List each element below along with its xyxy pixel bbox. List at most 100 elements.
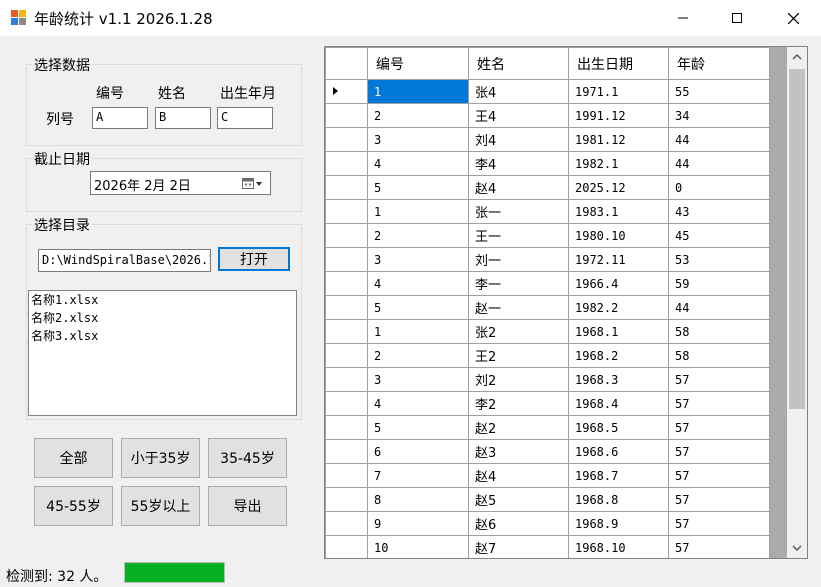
cell-name[interactable]: 赵6 <box>468 511 569 536</box>
cell-birth-date[interactable]: 1968.8 <box>568 487 669 512</box>
cell-id[interactable]: 4 <box>367 151 469 176</box>
id-column-input[interactable]: A <box>92 107 148 129</box>
grid-row[interactable]: 5 赵2 1968.5 57 <box>325 415 770 440</box>
cell-id[interactable]: 7 <box>367 463 469 488</box>
grid-row[interactable]: 3 刘2 1968.3 57 <box>325 367 770 392</box>
cell-name[interactable]: 王4 <box>468 103 569 128</box>
cell-id[interactable]: 2 <box>367 103 469 128</box>
cell-birth-date[interactable]: 1968.3 <box>568 367 669 392</box>
cell-name[interactable]: 赵一 <box>468 295 569 320</box>
cutoff-date-picker[interactable]: 2026年 2月 2日 <box>90 171 271 195</box>
cell-name[interactable]: 赵4 <box>468 463 569 488</box>
grid-row[interactable]: 5 赵一 1982.2 44 <box>325 295 770 320</box>
cell-age[interactable]: 58 <box>668 343 770 368</box>
cell-birth-date[interactable]: 1968.10 <box>568 535 669 558</box>
cell-name[interactable]: 张2 <box>468 319 569 344</box>
grid-row[interactable]: 10 赵7 1968.10 57 <box>325 535 770 558</box>
cell-age[interactable]: 43 <box>668 199 770 224</box>
grid-column-header[interactable]: 年龄 <box>668 47 770 80</box>
grid-row[interactable]: 5 赵4 2025.12 0 <box>325 175 770 200</box>
grid-row[interactable]: 1 张4 1971.1 55 <box>325 79 770 104</box>
row-header[interactable] <box>325 367 368 392</box>
cell-id[interactable]: 4 <box>367 391 469 416</box>
cell-id[interactable]: 2 <box>367 223 469 248</box>
cell-age[interactable]: 45 <box>668 223 770 248</box>
row-header[interactable] <box>325 343 368 368</box>
grid-row[interactable]: 6 赵3 1968.6 57 <box>325 439 770 464</box>
data-grid[interactable]: 编号 姓名 出生日期 年龄 1 张4 1971.1 55 2 王4 1991.12 34 3 刘4… <box>324 46 808 559</box>
row-header[interactable] <box>325 223 368 248</box>
cell-id[interactable]: 3 <box>367 247 469 272</box>
maximize-button[interactable] <box>714 0 760 36</box>
cell-age[interactable]: 59 <box>668 271 770 296</box>
cell-age[interactable]: 57 <box>668 439 770 464</box>
cell-name[interactable]: 刘一 <box>468 247 569 272</box>
row-header[interactable] <box>325 175 368 200</box>
cell-birth-date[interactable]: 1983.1 <box>568 199 669 224</box>
cell-id[interactable]: 1 <box>367 79 469 104</box>
minimize-button[interactable] <box>660 0 706 36</box>
grid-row[interactable]: 2 王2 1968.2 58 <box>325 343 770 368</box>
age-35-45-button[interactable]: 35-45岁 <box>208 438 287 478</box>
cell-age[interactable]: 34 <box>668 103 770 128</box>
grid-column-header[interactable]: 姓名 <box>468 47 569 80</box>
cell-name[interactable]: 赵3 <box>468 439 569 464</box>
cell-age[interactable]: 53 <box>668 247 770 272</box>
row-header[interactable] <box>325 439 368 464</box>
open-button[interactable]: 打开 <box>218 247 290 271</box>
cell-birth-date[interactable]: 1982.1 <box>568 151 669 176</box>
cell-name[interactable]: 赵5 <box>468 487 569 512</box>
row-header[interactable] <box>325 319 368 344</box>
cell-age[interactable]: 57 <box>668 487 770 512</box>
cell-name[interactable]: 刘4 <box>468 127 569 152</box>
cell-name[interactable]: 赵7 <box>468 535 569 558</box>
cell-name[interactable]: 李一 <box>468 271 569 296</box>
cell-name[interactable]: 赵2 <box>468 415 569 440</box>
cell-birth-date[interactable]: 1982.2 <box>568 295 669 320</box>
all-button[interactable]: 全部 <box>34 438 113 478</box>
cell-name[interactable]: 王一 <box>468 223 569 248</box>
file-list[interactable]: 名称1.xlsx 名称2.xlsx 名称3.xlsx <box>28 290 297 416</box>
cell-age[interactable]: 57 <box>668 511 770 536</box>
grid-row[interactable]: 4 李2 1968.4 57 <box>325 391 770 416</box>
cell-age[interactable]: 57 <box>668 415 770 440</box>
row-header[interactable] <box>325 463 368 488</box>
grid-row[interactable]: 8 赵5 1968.8 57 <box>325 487 770 512</box>
cell-id[interactable]: 1 <box>367 319 469 344</box>
cell-age[interactable]: 44 <box>668 127 770 152</box>
cell-name[interactable]: 张4 <box>468 79 569 104</box>
row-header[interactable] <box>325 247 368 272</box>
cell-name[interactable]: 李4 <box>468 151 569 176</box>
cell-id[interactable]: 10 <box>367 535 469 558</box>
name-column-input[interactable]: B <box>155 107 211 129</box>
age-45-55-button[interactable]: 45-55岁 <box>34 486 113 526</box>
cell-birth-date[interactable]: 1972.11 <box>568 247 669 272</box>
export-button[interactable]: 导出 <box>208 486 287 526</box>
row-header[interactable] <box>325 271 368 296</box>
row-header[interactable] <box>325 151 368 176</box>
cell-name[interactable]: 赵4 <box>468 175 569 200</box>
cell-birth-date[interactable]: 1968.6 <box>568 439 669 464</box>
cell-birth-date[interactable]: 1981.12 <box>568 127 669 152</box>
cell-age[interactable]: 44 <box>668 151 770 176</box>
grid-row[interactable]: 3 刘一 1972.11 53 <box>325 247 770 272</box>
cell-birth-date[interactable]: 1968.7 <box>568 463 669 488</box>
row-header[interactable] <box>325 79 368 104</box>
file-list-item[interactable]: 名称1.xlsx <box>29 291 296 309</box>
grid-row[interactable]: 3 刘4 1981.12 44 <box>325 127 770 152</box>
row-header[interactable] <box>325 295 368 320</box>
cell-age[interactable]: 57 <box>668 391 770 416</box>
grid-row[interactable]: 1 张2 1968.1 58 <box>325 319 770 344</box>
close-button[interactable] <box>770 0 816 36</box>
calendar-dropdown-icon[interactable] <box>242 178 264 189</box>
over-55-button[interactable]: 55岁以上 <box>121 486 200 526</box>
cell-id[interactable]: 2 <box>367 343 469 368</box>
cell-age[interactable]: 57 <box>668 463 770 488</box>
row-header[interactable] <box>325 391 368 416</box>
cell-id[interactable]: 4 <box>367 271 469 296</box>
cell-name[interactable]: 刘2 <box>468 367 569 392</box>
cell-id[interactable]: 6 <box>367 439 469 464</box>
cell-id[interactable]: 1 <box>367 199 469 224</box>
grid-row[interactable]: 2 王一 1980.10 45 <box>325 223 770 248</box>
cell-birth-date[interactable]: 1971.1 <box>568 79 669 104</box>
